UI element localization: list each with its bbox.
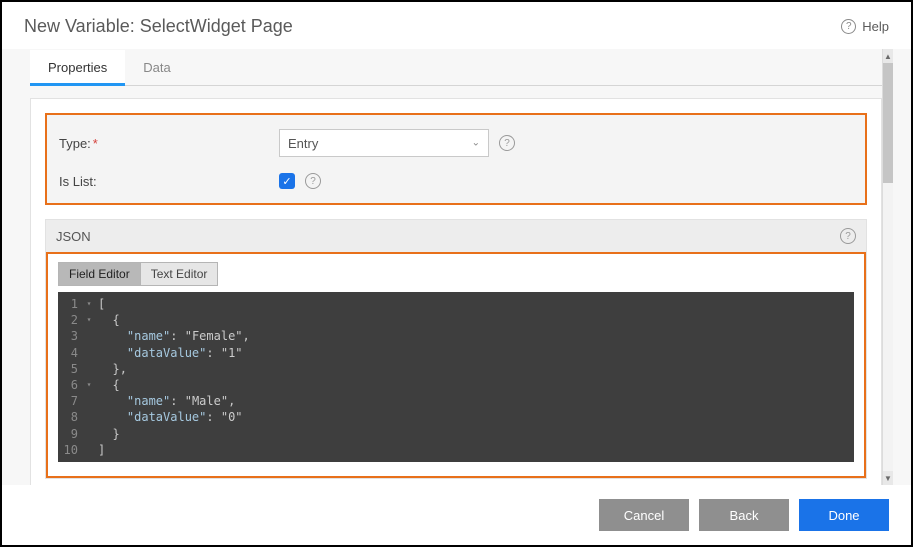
fold-toggle-icon[interactable]: ▾ — [84, 296, 94, 312]
editor-tabs: Field Editor Text Editor — [58, 262, 854, 286]
tab-properties[interactable]: Properties — [30, 50, 125, 86]
line-number: 5 — [58, 361, 84, 377]
main-tabs: Properties Data — [30, 49, 882, 86]
fold-toggle-icon — [84, 442, 94, 458]
line-number: 1 — [58, 296, 84, 312]
fold-toggle-icon[interactable]: ▾ — [84, 312, 94, 328]
type-select-value: Entry — [288, 136, 318, 151]
chevron-down-icon: ⌄ — [472, 138, 480, 149]
line-number: 9 — [58, 426, 84, 442]
islist-checkbox[interactable]: ✓ — [279, 173, 295, 189]
code-text: "name": "Female", — [94, 328, 250, 344]
code-line: 2▾ { — [58, 312, 854, 328]
fold-toggle-icon — [84, 409, 94, 425]
cancel-button[interactable]: Cancel — [599, 499, 689, 531]
check-icon: ✓ — [282, 175, 291, 188]
code-text: "name": "Male", — [94, 393, 235, 409]
help-icon: ? — [841, 19, 856, 34]
code-text: "dataValue": "1" — [94, 345, 243, 361]
line-number: 10 — [58, 442, 84, 458]
code-line: 9 } — [58, 426, 854, 442]
json-help-icon[interactable]: ? — [840, 228, 856, 244]
line-number: 2 — [58, 312, 84, 328]
dialog-header: New Variable: SelectWidget Page ? Help — [2, 2, 911, 49]
scroll-thumb[interactable] — [883, 63, 893, 183]
scroll-track[interactable] — [883, 63, 893, 471]
fold-toggle-icon — [84, 393, 94, 409]
json-section: JSON ? Field Editor Text Editor 1▾[2▾ {3… — [45, 219, 867, 479]
dialog-footer: Cancel Back Done — [2, 485, 911, 545]
fold-toggle-icon — [84, 426, 94, 442]
line-number: 3 — [58, 328, 84, 344]
type-help-icon[interactable]: ? — [499, 135, 515, 151]
code-line: 3 "name": "Female", — [58, 328, 854, 344]
code-line: 5 }, — [58, 361, 854, 377]
fold-toggle-icon — [84, 361, 94, 377]
code-line: 8 "dataValue": "0" — [58, 409, 854, 425]
code-text: [ — [94, 296, 105, 312]
code-line: 4 "dataValue": "1" — [58, 345, 854, 361]
dialog-title: New Variable: SelectWidget Page — [24, 16, 293, 37]
fold-toggle-icon — [84, 328, 94, 344]
help-link[interactable]: ? Help — [841, 19, 889, 34]
json-title: JSON — [56, 229, 91, 244]
code-line: 1▾[ — [58, 296, 854, 312]
type-label: Type:* — [59, 136, 279, 151]
line-number: 4 — [58, 345, 84, 361]
line-number: 6 — [58, 377, 84, 393]
code-text: ] — [94, 442, 105, 458]
code-text: } — [94, 426, 120, 442]
line-number: 7 — [58, 393, 84, 409]
islist-help-icon[interactable]: ? — [305, 173, 321, 189]
code-text: { — [94, 312, 120, 328]
code-text: "dataValue": "0" — [94, 409, 243, 425]
code-line: 10] — [58, 442, 854, 458]
type-section: Type:* Entry ⌄ ? Is List: ✓ ? — [45, 113, 867, 205]
field-editor-tab[interactable]: Field Editor — [58, 262, 140, 286]
back-button[interactable]: Back — [699, 499, 789, 531]
code-line: 7 "name": "Male", — [58, 393, 854, 409]
tab-data[interactable]: Data — [125, 50, 188, 86]
dialog-body: Properties Data Type:* Entry ⌄ ? — [2, 49, 911, 485]
islist-label: Is List: — [59, 174, 279, 189]
scroll-down-button[interactable]: ▼ — [883, 471, 893, 485]
scroll-up-button[interactable]: ▲ — [883, 49, 893, 63]
vertical-scrollbar[interactable]: ▲ ▼ — [882, 49, 893, 485]
done-button[interactable]: Done — [799, 499, 889, 531]
fold-toggle-icon[interactable]: ▾ — [84, 377, 94, 393]
code-text: }, — [94, 361, 127, 377]
code-line: 6▾ { — [58, 377, 854, 393]
help-label: Help — [862, 19, 889, 34]
line-number: 8 — [58, 409, 84, 425]
type-select[interactable]: Entry ⌄ — [279, 129, 489, 157]
text-editor-tab[interactable]: Text Editor — [140, 262, 219, 286]
fold-toggle-icon — [84, 345, 94, 361]
new-variable-dialog: New Variable: SelectWidget Page ? Help P… — [0, 0, 913, 547]
json-code-editor[interactable]: 1▾[2▾ {3 "name": "Female",4 "dataValue":… — [58, 292, 854, 462]
code-text: { — [94, 377, 120, 393]
